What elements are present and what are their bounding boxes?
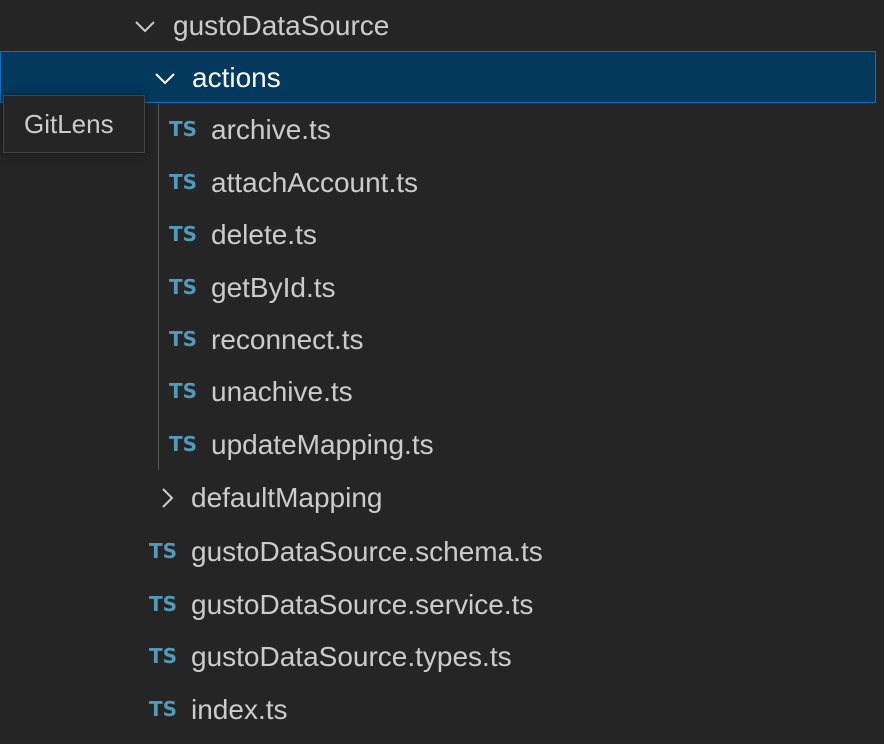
folder-label: gustoDataSource: [173, 10, 390, 41]
gitlens-tooltip: GitLens: [3, 95, 145, 153]
file-row-updatemapping[interactable]: TS updateMapping.ts: [0, 419, 876, 471]
file-label: reconnect.ts: [211, 324, 364, 355]
file-row-getbyid[interactable]: TS getById.ts: [0, 262, 876, 314]
typescript-file-icon: TS: [169, 170, 198, 194]
chevron-right-icon: [157, 472, 179, 524]
folder-row-defaultmapping[interactable]: defaultMapping: [0, 472, 876, 524]
file-label: attachAccount.ts: [211, 167, 419, 198]
file-row-service[interactable]: TS gustoDataSource.service.ts: [0, 579, 876, 631]
file-label: gustoDataSource.types.ts: [191, 641, 512, 672]
file-row-types[interactable]: TS gustoDataSource.types.ts: [0, 631, 876, 683]
file-label: index.ts: [191, 694, 288, 725]
typescript-file-icon: TS: [149, 592, 178, 616]
file-label: getById.ts: [211, 272, 336, 303]
typescript-file-icon: TS: [169, 222, 198, 246]
file-row-delete[interactable]: TS delete.ts: [0, 209, 876, 261]
file-label: gustoDataSource.service.ts: [191, 589, 534, 620]
typescript-file-icon: TS: [169, 432, 198, 456]
typescript-file-icon: TS: [149, 697, 178, 721]
typescript-file-icon: TS: [149, 644, 178, 668]
file-label: updateMapping.ts: [211, 429, 434, 460]
chevron-down-icon: [134, 0, 156, 52]
typescript-file-icon: TS: [149, 539, 178, 563]
file-row-attachaccount[interactable]: TS attachAccount.ts: [0, 157, 876, 209]
typescript-file-icon: TS: [169, 117, 198, 141]
file-label: delete.ts: [211, 219, 317, 250]
chevron-down-icon: [154, 52, 176, 104]
typescript-file-icon: TS: [169, 379, 198, 403]
file-label: unachive.ts: [211, 376, 353, 407]
folder-label: defaultMapping: [191, 482, 383, 513]
file-row-index[interactable]: TS index.ts: [0, 684, 876, 736]
file-label: archive.ts: [211, 114, 331, 145]
file-row-schema[interactable]: TS gustoDataSource.schema.ts: [0, 526, 876, 578]
file-row-unachive[interactable]: TS unachive.ts: [0, 366, 876, 418]
typescript-file-icon: TS: [169, 327, 198, 351]
folder-label: actions: [192, 62, 281, 93]
file-row-reconnect[interactable]: TS reconnect.ts: [0, 314, 876, 366]
folder-row-gustodatasource[interactable]: gustoDataSource: [0, 0, 876, 52]
typescript-file-icon: TS: [169, 275, 198, 299]
file-label: gustoDataSource.schema.ts: [191, 536, 543, 567]
